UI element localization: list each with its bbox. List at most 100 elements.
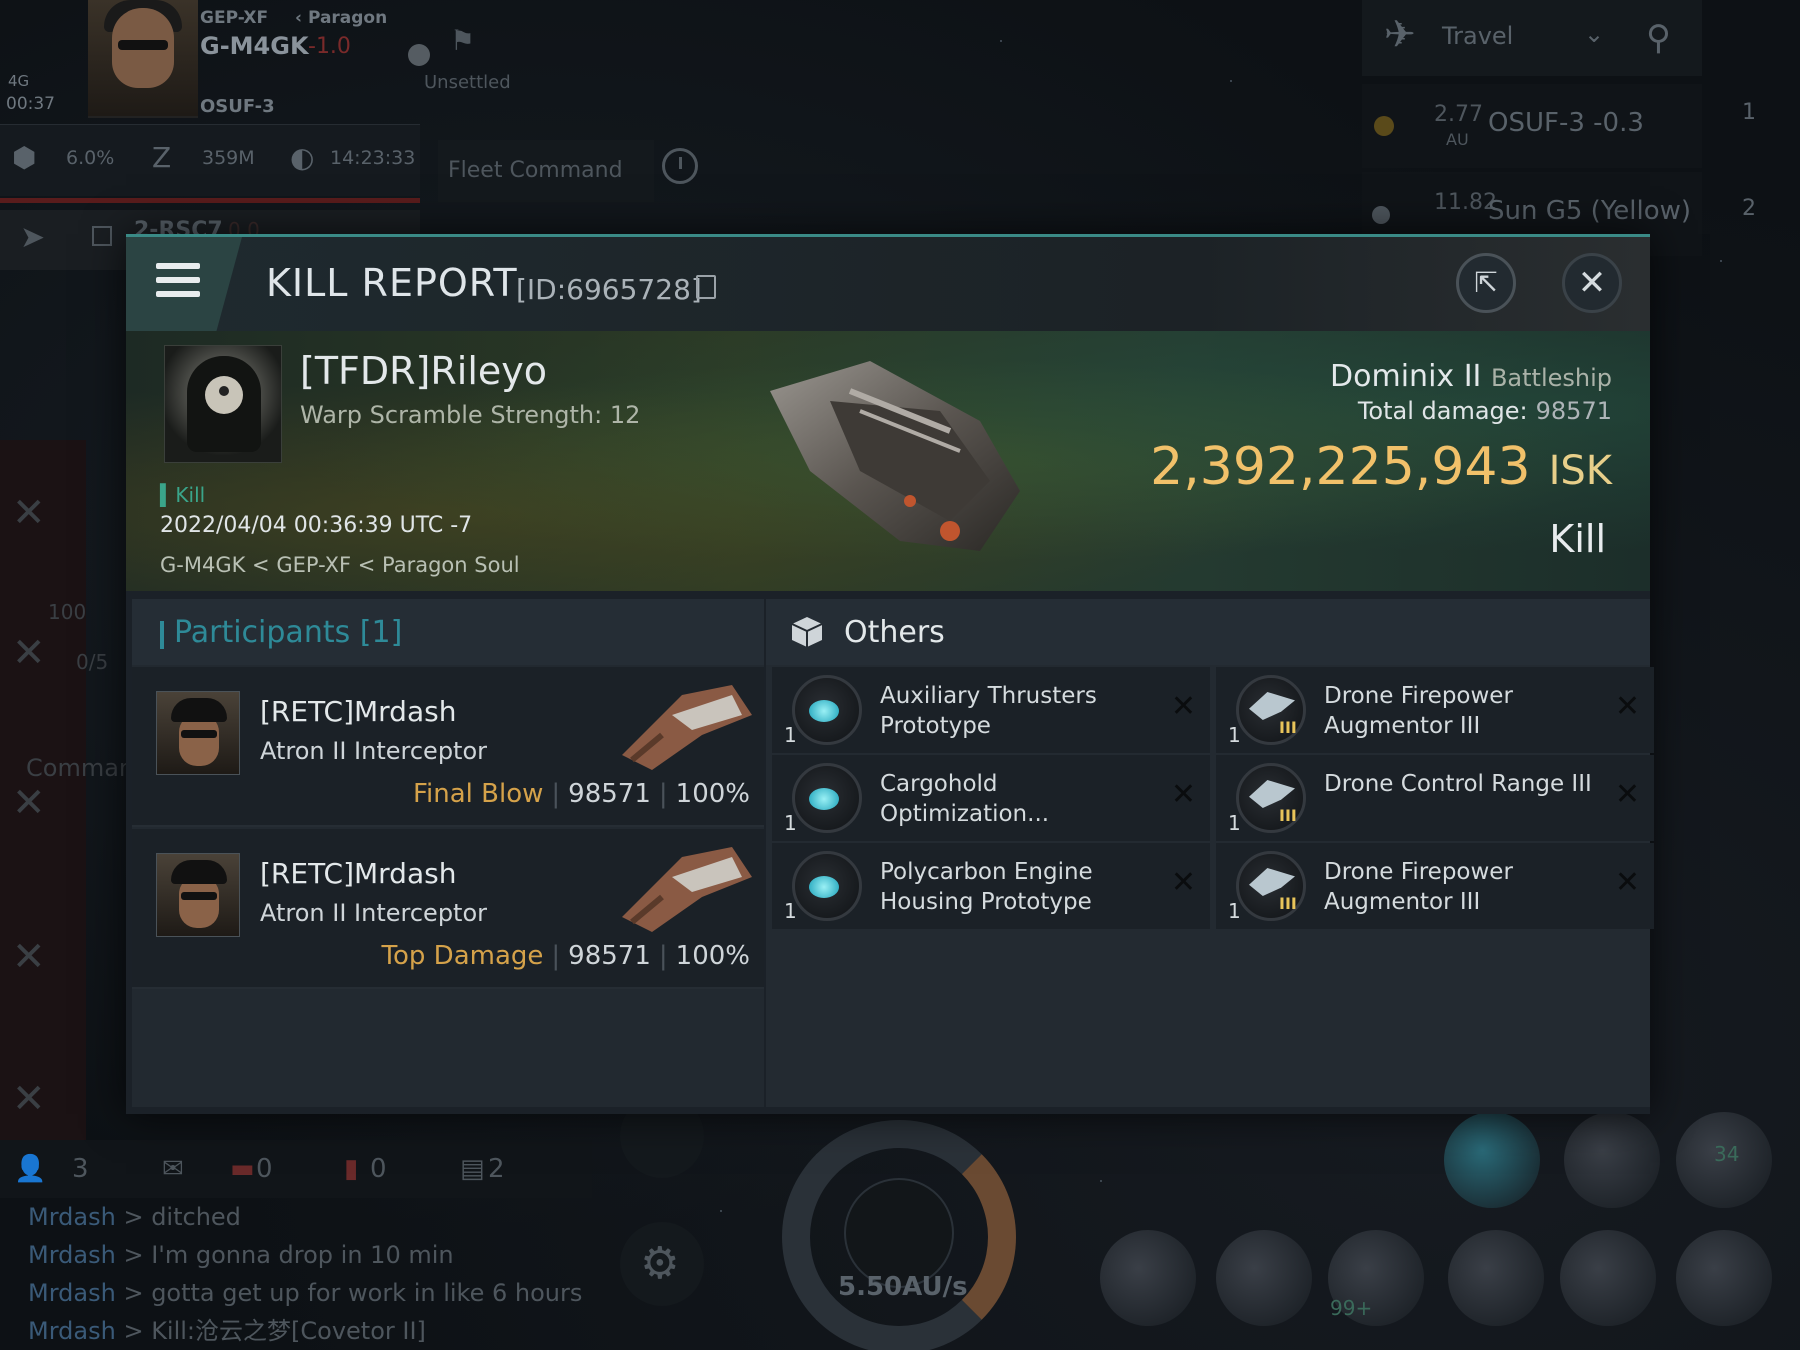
warp-slot-2[interactable]: 2 — [1742, 196, 1756, 221]
victim-portrait[interactable] — [164, 345, 282, 463]
participant-stats: Final Blow | 98571 | 100% — [413, 779, 750, 809]
destroyed-icon: ✕ — [1614, 777, 1640, 812]
fleet-command-button[interactable]: Fleet Command — [438, 140, 654, 202]
participant-stats: Top Damage | 98571 | 100% — [382, 941, 750, 971]
participants-header: Participants [1] — [132, 599, 764, 665]
warp-slot-1[interactable]: 1 — [1742, 100, 1756, 125]
total-damage: Total damage: 98571 — [1358, 397, 1612, 425]
victim-ship-image[interactable] — [750, 351, 1050, 571]
item-quantity: 1 — [784, 899, 797, 923]
clock-icon[interactable] — [662, 148, 698, 184]
participant-row[interactable]: [RETC]Mrdash Atron II Interceptor Top Da… — [132, 829, 764, 989]
autopilot-icon[interactable]: ➤ — [20, 220, 45, 255]
chat-line: Mrdash > ditched — [28, 1203, 241, 1231]
drone-blade — [1249, 692, 1295, 720]
participant-percent: 100% — [675, 779, 750, 809]
header-accent — [160, 621, 164, 649]
close-icon[interactable]: ✕ — [12, 780, 46, 826]
close-icon[interactable]: ✕ — [12, 1076, 46, 1122]
close-icon[interactable]: ✕ — [12, 490, 46, 536]
chevron-down-icon[interactable]: ⌄ — [1584, 20, 1604, 48]
separator: | — [658, 779, 668, 809]
module-slot[interactable] — [1676, 1230, 1772, 1326]
network-signal: 4G — [8, 72, 30, 90]
participant-percent: 100% — [675, 941, 750, 971]
warning-count: 0 — [370, 1154, 387, 1184]
person-icon[interactable]: 👤 — [14, 1154, 46, 1184]
module-slot[interactable] — [1100, 1230, 1196, 1326]
participant-portrait[interactable] — [156, 853, 240, 937]
kill-location[interactable]: G-M4GK < GEP-XF < Paragon Soul — [160, 553, 520, 577]
module-slot[interactable] — [1564, 1112, 1660, 1208]
chat-log[interactable]: Mrdash > ditched Mrdash > I'm gonna drop… — [28, 1198, 608, 1350]
participant-name[interactable]: [RETC]Mrdash — [260, 857, 456, 890]
ship-travel-icon: ✈ — [1384, 12, 1416, 56]
chat-text: ditched — [151, 1203, 241, 1231]
chat-author[interactable]: Mrdash — [28, 1317, 116, 1345]
module-slot[interactable] — [1216, 1230, 1312, 1326]
close-icon[interactable]: ✕ — [12, 934, 46, 980]
dropped-item[interactable]: III 1 Drone Firepower Augmentor III ✕ — [1216, 843, 1654, 929]
thruster-core — [809, 788, 839, 810]
portrait-cap — [171, 698, 227, 722]
menu-button[interactable] — [126, 237, 242, 331]
participant-name[interactable]: [RETC]Mrdash — [260, 695, 456, 728]
dropped-item[interactable]: III 1 Drone Firepower Augmentor III ✕ — [1216, 667, 1654, 753]
item-quantity: 1 — [1228, 723, 1241, 747]
character-hud[interactable]: 4G 00:37 GEP-XF ‹ Paragon G-M4GK -1.0 OS… — [0, 0, 430, 120]
menu-icon — [156, 291, 200, 297]
region-parent: ‹ Paragon — [295, 8, 388, 28]
close-icon[interactable]: ✕ — [12, 630, 46, 676]
checkbox-icon[interactable] — [92, 226, 112, 246]
tech-iii-badge: III — [1279, 806, 1297, 825]
constellation-system: OSUF-3 — [200, 96, 275, 117]
mail-icon[interactable]: ✉ — [162, 1154, 184, 1184]
chat-author[interactable]: Mrdash — [28, 1241, 116, 1269]
tech-iii-badge: III — [1279, 718, 1297, 737]
chat-author[interactable]: Mrdash — [28, 1203, 116, 1231]
module-slot[interactable] — [1448, 1230, 1544, 1326]
participant-portrait[interactable] — [156, 691, 240, 775]
destination-item[interactable]: 2.77 AU OSUF-3 -0.3 — [1362, 84, 1702, 168]
dropped-item[interactable]: 1 Polycarbon Engine Housing Prototype ✕ — [772, 843, 1210, 929]
flag-icon[interactable]: ⚑ — [450, 24, 475, 57]
dropped-item[interactable]: 1 Cargohold Optimization... ✕ — [772, 755, 1210, 841]
participant-ship: Atron II Interceptor — [260, 737, 488, 765]
close-button[interactable]: ✕ — [1562, 253, 1622, 313]
dropped-item[interactable]: III 1 Drone Control Range III ✕ — [1216, 755, 1654, 841]
victim-name[interactable]: [TFDR]Rileyo — [300, 349, 547, 393]
module-badge: 99+ — [1330, 1296, 1373, 1320]
participant-damage: 98571 — [568, 941, 651, 971]
drone-rig-icon: III — [1236, 763, 1306, 833]
filter-icon[interactable]: ⚲ — [1646, 18, 1671, 58]
module-slot[interactable] — [1444, 1112, 1540, 1208]
chat-text: gotta get up for work in like 6 hours — [151, 1279, 583, 1307]
portrait-glasses — [181, 892, 217, 900]
share-button[interactable]: ⇱ — [1456, 253, 1516, 313]
item-name: Drone Control Range III — [1324, 771, 1592, 797]
ship-name[interactable]: Dominix II — [1330, 359, 1481, 394]
window-title: KILL REPORT — [266, 261, 518, 305]
dropped-item[interactable]: 1 Auxiliary Thrusters Prototype ✕ — [772, 667, 1210, 753]
destination-unit: AU — [1446, 130, 1469, 149]
planet-icon: ◐ — [290, 141, 315, 174]
kill-report-window: KILL REPORT [ID:6965728] ⇱ ✕ [TFDR]Riley… — [126, 234, 1654, 1114]
overview-count: 100 — [48, 600, 87, 624]
module-slot[interactable] — [1560, 1230, 1656, 1326]
participants-count: [1] — [359, 615, 403, 650]
people-count: 3 — [72, 1154, 89, 1184]
chat-author[interactable]: Mrdash — [28, 1279, 116, 1307]
planet-timer: 14:23:33 — [330, 147, 416, 169]
kill-datetime: 2022/04/04 00:36:39 UTC -7 — [160, 513, 473, 538]
chat-tabs: 👤 3 ✉ ▬ 0 ▮ 0 ▤ 2 — [0, 1140, 592, 1198]
participant-ship: Atron II Interceptor — [260, 899, 488, 927]
character-portrait[interactable] — [88, 0, 198, 118]
participant-row[interactable]: [RETC]Mrdash Atron II Interceptor Final … — [132, 667, 764, 827]
kill-type-tag: ▍Kill — [160, 483, 206, 507]
warning-icon: ▮ — [344, 1154, 359, 1184]
item-quantity: 1 — [784, 723, 797, 747]
copy-icon[interactable] — [696, 275, 716, 299]
message-icon[interactable]: ▤ — [460, 1154, 485, 1184]
external-link-icon: ⇱ — [1474, 266, 1498, 299]
thruster-core — [809, 700, 839, 722]
